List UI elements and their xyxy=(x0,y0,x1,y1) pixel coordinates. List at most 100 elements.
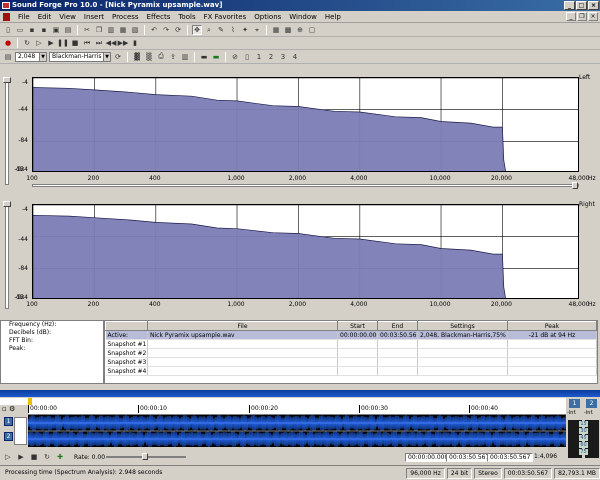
repeat-icon[interactable]: ⟳ xyxy=(173,25,183,35)
grid-icon[interactable]: ▦ xyxy=(271,25,281,35)
paste-icon[interactable]: ▥ xyxy=(106,25,116,35)
menu-effects[interactable]: Effects xyxy=(143,11,175,23)
loop-icon[interactable]: ↻ xyxy=(22,38,32,48)
status-channels[interactable]: Stereo xyxy=(474,467,502,479)
open-folder-icon[interactable]: ▭ xyxy=(15,25,25,35)
go-end-icon[interactable]: ⏭ xyxy=(94,38,104,48)
menu-help[interactable]: Help xyxy=(321,11,345,23)
save-all-icon[interactable]: ▪ xyxy=(39,25,49,35)
menu-process[interactable]: Process xyxy=(108,11,143,23)
col-header-label[interactable] xyxy=(105,321,148,331)
document-icon[interactable] xyxy=(3,13,10,21)
snapshot-blank-icon[interactable]: ▯ xyxy=(242,52,252,62)
db-range-slider-right[interactable] xyxy=(5,201,9,309)
display-color-icon[interactable]: ▬ xyxy=(211,52,221,62)
lock-icon[interactable]: ▩ xyxy=(283,25,293,35)
menu-edit[interactable]: Edit xyxy=(34,11,56,23)
frequency-graph-icon[interactable]: ▒ xyxy=(144,52,154,62)
table-row[interactable]: Snapshot #3: xyxy=(105,357,597,367)
menu-window[interactable]: Window xyxy=(285,11,321,23)
col-header-file[interactable]: File xyxy=(147,321,338,331)
sonogram-icon[interactable]: ▓ xyxy=(132,52,142,62)
channel-1-toggle[interactable]: 1 xyxy=(4,417,13,426)
table-row[interactable]: Snapshot #1: xyxy=(105,339,597,349)
play-all-icon[interactable]: ▷ xyxy=(34,38,44,48)
zoom-icon[interactable]: ⊕ xyxy=(295,25,305,35)
zoom-slider-left[interactable] xyxy=(32,184,579,187)
print-icon[interactable]: ⎙ xyxy=(156,52,166,62)
status-length[interactable]: 00:03:50.567 xyxy=(503,467,553,479)
waveform-view[interactable] xyxy=(28,415,566,447)
col-header-settings[interactable]: Settings xyxy=(417,321,508,331)
snapshot-3-button[interactable]: 3 xyxy=(278,52,288,62)
pencil-tool-icon[interactable]: ✎ xyxy=(216,25,226,35)
menu-view[interactable]: View xyxy=(55,11,80,23)
selection-start-box[interactable]: 00:00:00.000 xyxy=(405,453,452,462)
loop-small-icon[interactable]: ↻ xyxy=(42,452,52,462)
table-row[interactable]: Snapshot #2: xyxy=(105,348,597,358)
menu-insert[interactable]: Insert xyxy=(80,11,108,23)
add-marker-icon[interactable]: ✚ xyxy=(55,452,65,462)
copy-icon[interactable]: ❐ xyxy=(94,25,104,35)
record-icon[interactable]: ● xyxy=(3,38,13,48)
minimize-button[interactable]: _ xyxy=(564,1,575,10)
doc-restore-button[interactable]: ❐ xyxy=(577,12,587,21)
snap-icon[interactable]: ⌖ xyxy=(252,25,262,35)
spectrum-settings-icon[interactable]: ▤ xyxy=(3,52,13,62)
spectrum-plot-left[interactable] xyxy=(32,77,579,172)
meter-channel-2[interactable]: 2 xyxy=(586,399,597,408)
cut-icon[interactable]: ✂ xyxy=(82,25,92,35)
stop-icon[interactable]: ■ xyxy=(70,38,80,48)
rate-thumb[interactable] xyxy=(142,453,148,460)
go-start-icon[interactable]: ⏮ xyxy=(82,38,92,48)
envelope-tool-icon[interactable]: ⌇ xyxy=(228,25,238,35)
zoom-thumb-left[interactable] xyxy=(572,182,578,189)
pause-icon[interactable]: ❚❚ xyxy=(57,38,69,48)
col-header-peak[interactable]: Peak xyxy=(507,321,597,331)
play-all-small-icon[interactable]: ▷ xyxy=(3,452,13,462)
edit-tool-icon[interactable]: ✥ xyxy=(192,25,202,35)
display-mode-icon[interactable]: ▬ xyxy=(199,52,209,62)
properties-icon[interactable]: ▤ xyxy=(63,25,73,35)
menu-file[interactable]: File xyxy=(14,11,34,23)
col-header-start[interactable]: Start xyxy=(337,321,378,331)
render-icon[interactable]: ▣ xyxy=(51,25,61,35)
stop-small-icon[interactable]: ■ xyxy=(29,452,39,462)
refresh-icon[interactable]: ⟳ xyxy=(113,52,123,62)
save-icon[interactable]: ▪ xyxy=(27,25,37,35)
rewind-icon[interactable]: ◀◀ xyxy=(106,38,117,48)
maximize-button[interactable]: □ xyxy=(576,1,587,10)
redo-icon[interactable]: ↷ xyxy=(161,25,171,35)
doc-close-button[interactable]: × xyxy=(588,12,598,21)
zoom-ratio[interactable]: 1:4,096 xyxy=(532,453,559,462)
play-small-icon[interactable]: ▶ xyxy=(16,452,26,462)
doc-minimize-button[interactable]: _ xyxy=(566,12,576,21)
trim-icon[interactable]: ▧ xyxy=(130,25,140,35)
col-header-end[interactable]: End xyxy=(377,321,418,331)
time-ruler[interactable]: 00:00:00 00:00:10 00:00:20 00:00:30 00:0… xyxy=(28,405,566,415)
close-button[interactable]: × xyxy=(588,1,599,10)
new-file-icon[interactable]: ▯ xyxy=(3,25,13,35)
spectrum-plot-right[interactable] xyxy=(32,204,579,299)
mix-icon[interactable]: ▦ xyxy=(118,25,128,35)
overview-bar[interactable] xyxy=(0,390,600,397)
overview-ruler[interactable] xyxy=(0,398,566,405)
snapshot-2-button[interactable]: 2 xyxy=(266,52,276,62)
export-icon[interactable]: ⇪ xyxy=(168,52,178,62)
undo-icon[interactable]: ↶ xyxy=(149,25,159,35)
channel-2-toggle[interactable]: 2 xyxy=(4,432,13,441)
window-function-select[interactable]: Blackman-Harris ▼ xyxy=(49,51,111,62)
menu-tools[interactable]: Tools xyxy=(174,11,199,23)
meter-channel-1[interactable]: 1 xyxy=(569,399,580,408)
status-sample-rate[interactable]: 96,000 Hz xyxy=(406,467,445,479)
playhead-marker[interactable] xyxy=(28,398,32,405)
view-icon[interactable]: ▢ xyxy=(307,25,317,35)
menu-fx-favorites[interactable]: FX Favorites xyxy=(200,11,251,23)
snapshot-4-button[interactable]: 4 xyxy=(290,52,300,62)
status-bit-depth[interactable]: 24 bit xyxy=(446,467,473,479)
marker-icon[interactable]: ▮ xyxy=(130,38,140,48)
selection-end-box[interactable]: 00:03:50.567 xyxy=(446,453,493,462)
menu-options[interactable]: Options xyxy=(250,11,285,23)
table-row[interactable]: Active: Nick Pyramix upsample.wav 00:00:… xyxy=(105,330,597,340)
clear-snapshots-icon[interactable]: ⊘ xyxy=(230,52,240,62)
